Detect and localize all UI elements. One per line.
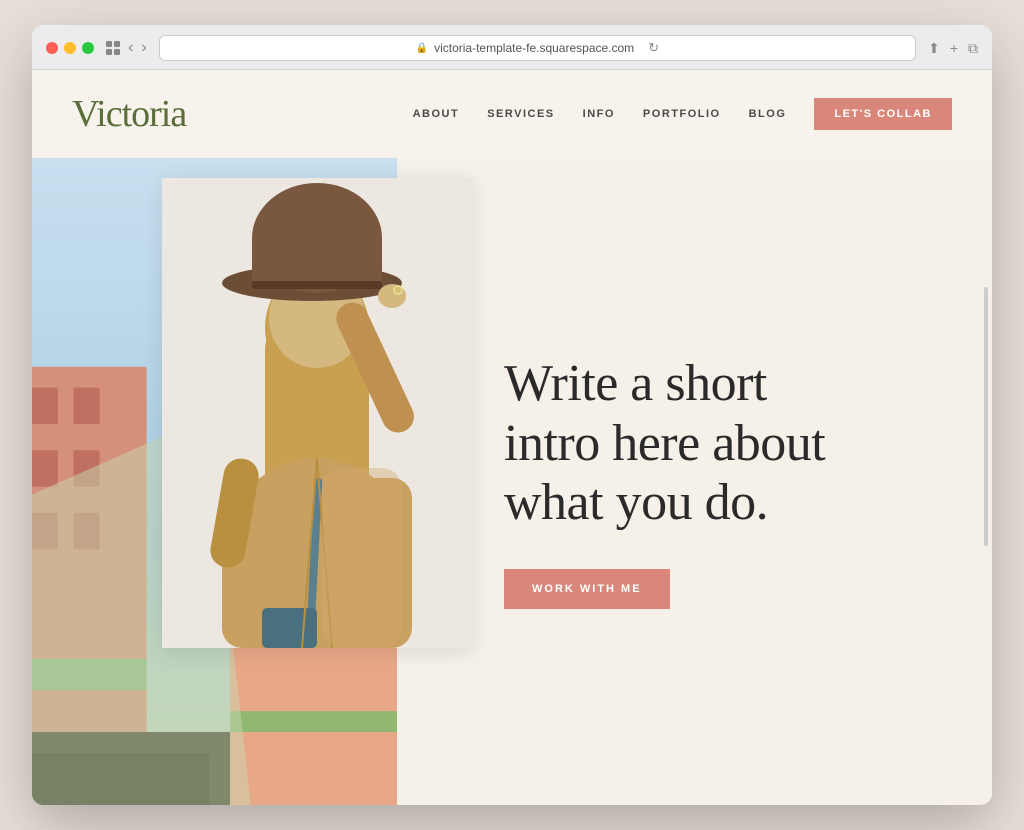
person-illustration [162,178,472,648]
nav-services[interactable]: SERVICES [487,108,554,120]
browser-chrome: ‹ › 🔒 victoria-template-fe.squarespace.c… [32,25,992,70]
hero-heading: Write a short intro here about what you … [504,354,932,533]
address-bar[interactable]: 🔒 victoria-template-fe.squarespace.com ↻ [159,35,916,61]
site-nav: ABOUT SERVICES INFO PORTFOLIO BLOG LET'S… [413,98,952,130]
new-tab-icon[interactable]: + [950,40,958,57]
traffic-lights [46,42,94,54]
forward-button[interactable]: › [141,39,146,57]
nav-info[interactable]: INFO [583,108,615,120]
tab-grid-icon[interactable] [106,41,120,55]
hero-heading-line2: intro here about [504,415,825,472]
lock-icon: 🔒 [416,43,428,54]
lets-collab-button[interactable]: LET'S COLLAB [814,98,952,130]
browser-actions: ⬆ + ⧉ [928,40,978,57]
site-logo[interactable]: Victoria [72,92,186,136]
hero-heading-line3: what you do. [504,474,768,531]
nav-portfolio[interactable]: PORTFOLIO [643,108,721,120]
site-header: Victoria ABOUT SERVICES INFO PORTFOLIO B… [32,70,992,158]
hero-text: Write a short intro here about what you … [464,158,992,805]
browser-controls: ‹ › [106,39,147,57]
photo-card [162,178,472,648]
nav-about[interactable]: ABOUT [413,108,460,120]
hero-section: Write a short intro here about what you … [32,158,992,805]
website: Victoria ABOUT SERVICES INFO PORTFOLIO B… [32,70,992,805]
close-button[interactable] [46,42,58,54]
minimize-button[interactable] [64,42,76,54]
duplicate-icon[interactable]: ⧉ [968,40,978,57]
work-with-me-button[interactable]: WORK WITH ME [504,569,670,609]
maximize-button[interactable] [82,42,94,54]
back-button[interactable]: ‹ [128,39,133,57]
reload-icon[interactable]: ↻ [648,40,659,56]
nav-blog[interactable]: BLOG [749,108,787,120]
url-text: victoria-template-fe.squarespace.com [434,41,634,55]
hero-heading-line1: Write a short [504,355,767,412]
share-icon[interactable]: ⬆ [928,40,940,57]
browser-window: ‹ › 🔒 victoria-template-fe.squarespace.c… [32,25,992,805]
